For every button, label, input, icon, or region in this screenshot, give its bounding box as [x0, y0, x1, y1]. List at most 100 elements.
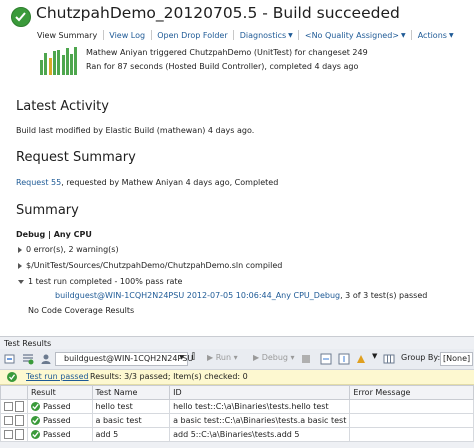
test-results-list-icon[interactable] [22, 353, 34, 365]
test-results-title: Test Results [4, 339, 52, 348]
test-run-text: 1 test run completed - 100% pass rate [28, 277, 183, 286]
select-column-header[interactable] [0, 385, 28, 400]
errors-warnings-row[interactable]: 0 error(s), 2 warning(s) [18, 245, 119, 254]
collapse-icon[interactable] [18, 279, 24, 284]
build-history-bar[interactable] [57, 50, 61, 75]
columns-icon[interactable] [383, 353, 395, 365]
group-by-label: Group By: [401, 353, 441, 362]
import-icon[interactable] [338, 353, 350, 365]
test-run-selector-value: buildguest@WIN-1CQH2N24PSU [64, 354, 194, 363]
toolbar-separator [102, 30, 104, 40]
column-header-test-name[interactable]: Test Name [91, 385, 171, 400]
column-header-error-message[interactable]: Error Message [349, 385, 474, 400]
row-checkbox[interactable] [4, 402, 13, 411]
build-history-bar[interactable] [61, 55, 65, 75]
request-summary-heading: Request Summary [16, 150, 136, 165]
passed-icon [31, 416, 40, 425]
group-by-value: [None] [443, 354, 471, 363]
chevron-down-icon: ▼ [288, 31, 293, 39]
build-title: ChutzpahDemo_20120705.5 - Build succeede… [36, 4, 400, 22]
column-header-result[interactable]: Result [27, 385, 93, 400]
passed-icon [7, 372, 17, 382]
group-by-select[interactable]: [None] [440, 352, 473, 366]
refresh-icon[interactable] [4, 353, 16, 365]
expand-icon[interactable] [18, 262, 22, 269]
test-run-detail: buildguest@WIN-1CQH2N24PSU 2012-07-05 10… [55, 291, 427, 300]
toolbar-separator [298, 30, 300, 40]
run-button[interactable]: ▶ Run ▾ [207, 353, 238, 362]
test-results-toolbar: buildguest@WIN-1CQH2N24PSU ▼ ⫿ ▶ Run ▾ ▶… [0, 349, 474, 370]
build-succeeded-icon [11, 7, 31, 27]
view-log-link[interactable]: View Log [109, 31, 145, 40]
passed-icon [31, 430, 40, 439]
quality-menu[interactable]: <No Quality Assigned> [305, 31, 399, 40]
solution-row[interactable]: $/UnitTest/Sources/ChutzpahDemo/Chutzpah… [18, 261, 282, 270]
test-run-link[interactable]: buildguest@WIN-1CQH2N24PSU 2012-07-05 10… [55, 291, 340, 300]
view-summary-button[interactable]: View Summary [37, 31, 97, 40]
build-history-bar[interactable] [44, 53, 48, 75]
build-history-bar[interactable] [65, 48, 69, 75]
errors-warnings-text: 0 error(s), 2 warning(s) [26, 245, 119, 254]
test-name-cell: add 5 [91, 427, 171, 442]
test-name-cell: hello test [91, 399, 171, 414]
chevron-down-icon[interactable]: ▼ [372, 352, 377, 360]
open-drop-folder-link[interactable]: Open Drop Folder [157, 31, 227, 40]
toolbar-separator [150, 30, 152, 40]
test-document-icon [15, 429, 24, 440]
row-checkbox[interactable] [4, 430, 13, 439]
row-checkbox[interactable] [4, 416, 13, 425]
diagnostics-menu[interactable]: Diagnostics [240, 31, 286, 40]
test-results-panel: Test Results buildguest@WIN-1CQH2N24PSU … [0, 336, 474, 448]
result-cell: Passed [27, 413, 93, 428]
solution-text: $/UnitTest/Sources/ChutzpahDemo/Chutzpah… [26, 261, 283, 270]
debug-button[interactable]: ▶ Debug ▾ [253, 353, 295, 362]
table-row[interactable]: Passed hello test hello test::C:\a\Binar… [0, 399, 474, 414]
export-icon[interactable] [320, 353, 332, 365]
summary-heading: Summary [16, 203, 79, 218]
code-coverage-text: No Code Coverage Results [28, 306, 135, 315]
build-configuration: Debug | Any CPU [16, 230, 92, 239]
row-select-cell [0, 399, 28, 414]
test-id-cell: add 5::C:\a\Binaries\tests.add 5 [169, 427, 351, 442]
build-history-chart[interactable] [40, 47, 80, 75]
table-row[interactable]: Passed a basic test a basic test::C:\a\B… [0, 413, 474, 428]
publish-icon[interactable] [355, 353, 367, 365]
request-link[interactable]: Request 55 [16, 178, 61, 187]
result-text: Passed [43, 402, 71, 411]
row-select-cell [0, 427, 28, 442]
latest-activity-heading: Latest Activity [16, 99, 109, 114]
run-label: Run [215, 353, 232, 362]
result-cell: Passed [27, 399, 93, 414]
table-row[interactable]: Passed add 5 add 5::C:\a\Binaries\tests.… [0, 427, 474, 442]
error-message-cell [349, 399, 474, 414]
test-name-cell: a basic test [91, 413, 171, 428]
build-history-bar[interactable] [70, 54, 74, 75]
column-header-id[interactable]: ID [169, 385, 351, 400]
test-run-selector[interactable]: buildguest@WIN-1CQH2N24PSU ▼ [55, 352, 193, 366]
chevron-down-icon: ▼ [401, 31, 406, 39]
build-history-bar[interactable] [74, 47, 78, 75]
test-run-status-bar: Test run passed Results: 3/3 passed; Ite… [0, 370, 474, 385]
test-document-icon [15, 415, 24, 426]
expand-icon[interactable] [18, 246, 22, 253]
build-history-bar[interactable] [52, 51, 56, 75]
request-summary-line: Request 55, requested by Mathew Aniyan 4… [16, 178, 278, 187]
pause-icon[interactable]: ⫿ [192, 352, 195, 362]
test-run-passed-link[interactable]: Test run passed [26, 372, 89, 381]
test-id-cell: a basic test::C:\a\Binaries\tests.a basi… [169, 413, 351, 428]
test-document-icon [15, 401, 24, 412]
table-header-row: Result Test Name ID Error Message [0, 385, 474, 400]
error-message-cell [349, 413, 474, 428]
build-toolbar: View Summary View Log Open Drop Folder D… [37, 30, 454, 42]
run-info: Ran for 87 seconds (Hosted Build Control… [86, 62, 359, 71]
result-text: Passed [43, 416, 71, 425]
debug-label: Debug [261, 353, 289, 362]
build-history-bar[interactable] [40, 60, 43, 75]
stop-icon[interactable] [300, 353, 312, 365]
result-cell: Passed [27, 427, 93, 442]
test-run-row[interactable]: 1 test run completed - 100% pass rate [18, 277, 182, 286]
actions-menu[interactable]: Actions [418, 31, 447, 40]
chevron-down-icon: ▼ [179, 354, 184, 361]
error-message-cell [349, 427, 474, 442]
build-history-bar[interactable] [48, 58, 52, 75]
